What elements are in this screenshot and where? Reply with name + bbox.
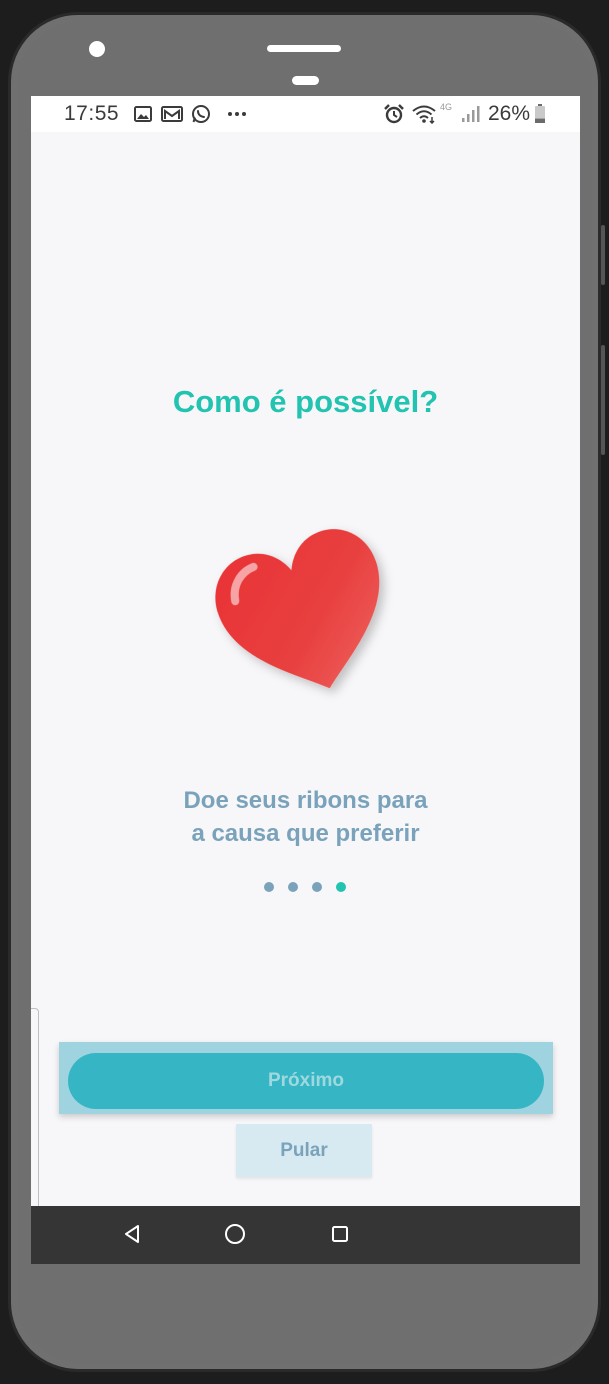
page-dot-1[interactable] <box>264 882 274 892</box>
system-nav-bar <box>31 1206 580 1264</box>
page-dot-4-active[interactable] <box>336 882 346 892</box>
onboarding-subtitle: Doe seus ribons para a causa que preferi… <box>31 784 580 850</box>
earpiece-speaker <box>267 45 341 52</box>
home-icon[interactable] <box>223 1222 247 1246</box>
skip-button[interactable]: Pular <box>236 1124 372 1177</box>
app-screen: 17:55 4G 26% Como é possível? Doe seus r… <box>31 96 580 1264</box>
subtitle-line-2: a causa que preferir <box>191 820 420 847</box>
page-dot-3[interactable] <box>312 882 322 892</box>
whatsapp-icon <box>191 104 211 124</box>
status-time: 17:55 <box>64 102 120 125</box>
more-notifications-icon <box>227 104 247 124</box>
front-camera <box>89 41 105 57</box>
power-button <box>601 345 605 455</box>
next-button-container: Próximo <box>59 1042 553 1114</box>
onboarding-title: Como é possível? <box>172 384 439 419</box>
signal-icon <box>461 104 481 124</box>
volume-button <box>601 225 605 285</box>
heart-icon <box>211 520 401 705</box>
recents-icon[interactable] <box>328 1222 352 1246</box>
edge-panel-handle[interactable] <box>31 1008 39 1220</box>
battery-percent: 26% <box>488 102 531 125</box>
battery-icon <box>534 104 546 124</box>
page-indicator <box>264 882 346 892</box>
gmail-icon <box>161 104 183 124</box>
network-type-label: 4G <box>440 102 453 112</box>
wifi-icon <box>411 104 437 124</box>
subtitle-line-1: Doe seus ribons para <box>183 787 428 814</box>
page-dot-2[interactable] <box>288 882 298 892</box>
gallery-icon <box>134 104 152 124</box>
back-icon[interactable] <box>120 1222 144 1246</box>
status-bar: 17:55 4G 26% <box>31 96 580 132</box>
proximity-sensor <box>292 76 319 85</box>
next-button[interactable]: Próximo <box>68 1053 544 1109</box>
alarm-icon <box>383 104 405 124</box>
